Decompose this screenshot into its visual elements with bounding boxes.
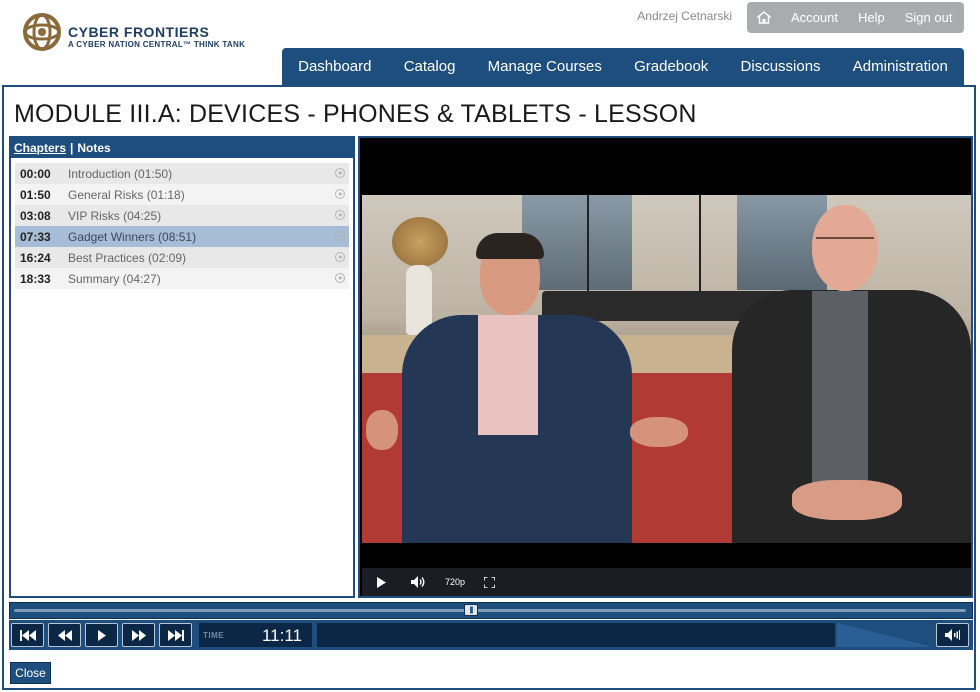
home-icon — [757, 11, 771, 24]
brand-logo[interactable]: CYBER FRONTIERS A CYBER NATION CENTRAL™ … — [20, 10, 280, 54]
chapter-item[interactable]: 03:08 VIP Risks (04:25) — [15, 205, 349, 226]
play-button[interactable] — [85, 623, 118, 647]
grip-icon: ||| — [469, 606, 474, 614]
mute-button[interactable] — [936, 623, 969, 647]
nav-catalog[interactable]: Catalog — [404, 58, 456, 75]
play-circle-icon[interactable] — [335, 168, 345, 178]
timeline-track[interactable] — [14, 609, 966, 612]
chapters-panel: Chapters | Notes 00:00 Introduction (01:… — [9, 136, 355, 598]
chapter-item[interactable]: 16:24 Best Practices (02:09) — [15, 247, 349, 268]
chapter-item[interactable]: 01:50 General Risks (01:18) — [15, 184, 349, 205]
video-play-button[interactable] — [362, 568, 400, 596]
video-viewport[interactable] — [362, 138, 971, 568]
transport-bar: TIME 11:11 — [9, 620, 973, 650]
volume-slider[interactable] — [837, 623, 933, 647]
chapter-title: General Risks (01:18) — [68, 187, 185, 202]
chapter-time: 18:33 — [20, 271, 51, 286]
fast-forward-button[interactable] — [122, 623, 155, 647]
video-controls: 720p — [362, 568, 971, 596]
play-circle-icon[interactable] — [335, 231, 345, 241]
skip-to-end-button[interactable] — [159, 623, 192, 647]
timeline-scrubber[interactable]: ||| — [9, 602, 973, 619]
play-circle-icon[interactable] — [335, 210, 345, 220]
chapter-item[interactable]: 00:00 Introduction (01:50) — [15, 163, 349, 184]
brand-subtitle: A CYBER NATION CENTRAL™ THINK TANK — [68, 40, 246, 49]
brand-title: CYBER FRONTIERS — [68, 24, 210, 40]
play-icon — [377, 576, 386, 588]
chapter-item[interactable]: 18:33 Summary (04:27) — [15, 268, 349, 289]
current-time: 11:11 — [261, 626, 302, 645]
user-name: Andrzej Cetnarski — [637, 9, 732, 23]
nav-gradebook[interactable]: Gradebook — [634, 58, 708, 75]
time-label: TIME — [203, 631, 225, 640]
sign-out-link[interactable]: Sign out — [895, 10, 963, 25]
video-frame-image — [362, 195, 971, 543]
account-link[interactable]: Account — [781, 10, 848, 25]
play-circle-icon[interactable] — [335, 273, 345, 283]
quality-selector[interactable]: 720p — [436, 568, 474, 596]
rewind-button[interactable] — [48, 623, 81, 647]
help-link[interactable]: Help — [848, 10, 895, 25]
tab-chapters[interactable]: Chapters — [14, 141, 66, 155]
timeline-handle[interactable]: ||| — [463, 604, 478, 616]
chapter-time: 07:33 — [20, 229, 51, 244]
panel-tabs: Chapters | Notes — [11, 138, 353, 158]
close-button[interactable]: Close — [10, 662, 51, 684]
chapter-list: 00:00 Introduction (01:50) 01:50 General… — [11, 163, 353, 289]
time-display: TIME 11:11 — [199, 623, 312, 647]
tab-separator: | — [70, 141, 74, 155]
chapter-time: 03:08 — [20, 208, 51, 223]
page-title: MODULE III.A: DEVICES - PHONES & TABLETS… — [14, 100, 697, 128]
chapter-time: 00:00 — [20, 166, 51, 181]
main-nav: Dashboard Catalog Manage Courses Gradebo… — [282, 48, 964, 85]
tab-notes[interactable]: Notes — [77, 141, 110, 155]
globe-logo-icon — [23, 13, 61, 51]
fullscreen-icon — [483, 576, 495, 588]
chapter-title: Introduction (01:50) — [68, 166, 173, 181]
play-icon — [97, 629, 106, 641]
rewind-icon — [57, 629, 72, 641]
home-link[interactable] — [747, 11, 781, 24]
video-volume-button[interactable] — [400, 568, 436, 596]
chapter-title: Gadget Winners (08:51) — [68, 229, 197, 244]
fast-forward-icon — [131, 629, 146, 641]
nav-manage-courses[interactable]: Manage Courses — [488, 58, 602, 75]
chapter-title: VIP Risks (04:25) — [68, 208, 162, 223]
utility-nav: Account Help Sign out — [747, 2, 964, 33]
chapter-title: Best Practices (02:09) — [68, 250, 187, 265]
play-circle-icon[interactable] — [335, 189, 345, 199]
video-player: 720p — [358, 136, 973, 598]
nav-dashboard[interactable]: Dashboard — [298, 58, 371, 75]
skip-end-icon — [167, 629, 184, 641]
status-display — [317, 623, 835, 647]
volume-icon — [410, 576, 424, 588]
chapter-time: 01:50 — [20, 187, 51, 202]
fullscreen-button[interactable] — [474, 568, 504, 596]
skip-to-start-button[interactable] — [11, 623, 44, 647]
chapter-item-active[interactable]: 07:33 Gadget Winners (08:51) — [15, 226, 349, 247]
nav-administration[interactable]: Administration — [853, 58, 948, 75]
nav-discussions[interactable]: Discussions — [741, 58, 821, 75]
chapter-time: 16:24 — [20, 250, 51, 265]
chapter-title: Summary (04:27) — [68, 271, 161, 286]
play-circle-icon[interactable] — [335, 252, 345, 262]
volume-icon — [945, 629, 960, 641]
skip-start-icon — [19, 629, 36, 641]
